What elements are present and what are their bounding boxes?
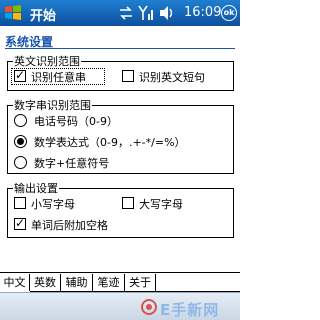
option-uppercase[interactable]: 大写字母: [120, 196, 215, 211]
windows-start-icon[interactable]: [3, 3, 23, 23]
checkbox-lowercase[interactable]: [14, 197, 26, 209]
tab-english-numbers[interactable]: 英数: [30, 274, 61, 291]
volume-icon: [160, 6, 173, 20]
tab-about[interactable]: 关于: [125, 274, 156, 291]
radio-digits-any-symbol[interactable]: [14, 156, 27, 169]
option-label: 数字+任意符号: [34, 157, 110, 170]
ok-button[interactable]: ok: [221, 5, 237, 21]
tab-auxiliary[interactable]: 辅助: [61, 274, 93, 291]
title-divider: [5, 48, 235, 49]
option-label: 电话号码（0-9）: [34, 115, 118, 128]
tab-bar: 中文 英数 辅助 笔迹 关于: [0, 272, 240, 292]
number-recognition-group: 数字串识别范围 电话号码（0-9） 数学表达式（0-9，.+-*/=%） 数字+…: [7, 97, 234, 174]
option-recognize-english-phrase[interactable]: 识别英文短句: [120, 69, 230, 84]
checkbox-append-space[interactable]: [14, 216, 26, 230]
tab-handwriting[interactable]: 笔迹: [93, 274, 125, 291]
checkbox-recognize-any-string[interactable]: [14, 68, 26, 82]
option-math-expression[interactable]: 数学表达式（0-9，.+-*/=%）: [12, 134, 227, 150]
option-label: 单词后附加空格: [31, 219, 108, 232]
tab-chinese[interactable]: 中文: [0, 274, 30, 291]
app-title[interactable]: 开始: [30, 5, 56, 24]
radio-math-expression[interactable]: [14, 135, 27, 148]
checkbox-recognize-english-phrase[interactable]: [122, 70, 134, 82]
english-recognition-group: 英文识别范围 识别任意串 识别英文短句: [7, 53, 234, 91]
group-title: 输出设置: [13, 180, 59, 196]
signal-strength-icon: [138, 5, 153, 20]
option-label: 小写字母: [31, 198, 75, 211]
option-label: 大写字母: [139, 198, 183, 211]
title-bar: 开始 16:09 ok: [0, 0, 240, 26]
group-title: 英文识别范围: [13, 53, 81, 69]
option-phone-number[interactable]: 电话号码（0-9）: [12, 113, 227, 129]
option-append-space[interactable]: 单词后附加空格: [12, 216, 162, 232]
watermark-text: E手新网: [160, 301, 220, 319]
option-label: 识别英文短句: [139, 71, 205, 84]
group-title: 数字串识别范围: [13, 97, 92, 113]
option-label: 数学表达式（0-9，.+-*/=%）: [34, 136, 186, 149]
radio-phone-number[interactable]: [14, 114, 27, 127]
checkbox-uppercase[interactable]: [122, 197, 134, 209]
menu-bar: E手新网: [0, 292, 240, 320]
option-recognize-any-string[interactable]: 识别任意串: [11, 68, 105, 85]
watermark: E手新网: [140, 296, 236, 319]
option-digits-any-symbol[interactable]: 数字+任意符号: [12, 155, 227, 171]
clock[interactable]: 16:09: [184, 5, 221, 20]
option-label: 识别任意串: [31, 71, 86, 84]
watermark-logo-icon: [141, 299, 157, 315]
sync-arrows-icon: [120, 6, 132, 20]
output-settings-group: 输出设置 小写字母 大写字母 单词后附加空格: [7, 180, 234, 238]
option-lowercase[interactable]: 小写字母: [12, 196, 107, 211]
